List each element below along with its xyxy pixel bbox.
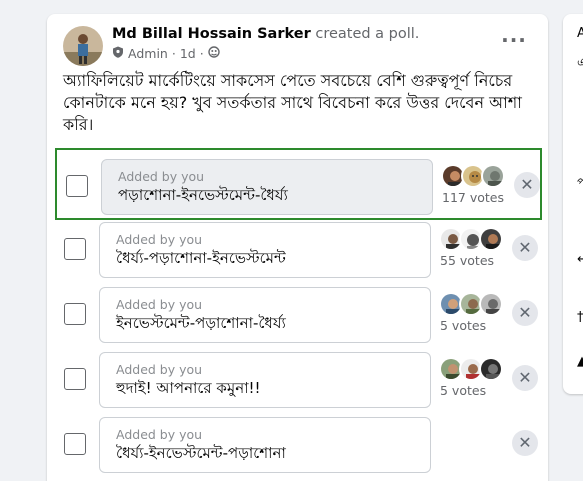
added-by-label: Added by you [118,169,205,184]
voter-avatars[interactable] [439,227,509,251]
admin-badge: Admin [128,46,168,61]
poll-option-label: পড়াশোনা-ইনভেস্টমেন্ট-ধৈর্য্য [118,186,288,204]
voter-avatars[interactable] [439,357,509,381]
post-text: অ্যাফিলিয়েট মার্কেটিংয়ে সাকসেস পেতে সব… [63,71,522,134]
right-glyph: ↵ [577,252,583,267]
right-glyph: এ [577,56,583,71]
remove-option-button[interactable]: ✕ [512,300,538,326]
poll-option-field[interactable]: Added by you ইনভেস্টমেন্ট-পড়াশোনা-ধৈর্য… [99,287,431,343]
vote-count[interactable]: 5 votes [440,318,486,333]
post-meta: Admin · 1d · [112,46,220,61]
poll-option: Added by you পড়াশোনা-ইনভেস্টমেন্ট-ধৈর্য… [55,148,542,220]
remove-option-button[interactable]: ✕ [512,365,538,391]
poll-option-checkbox[interactable] [64,238,86,260]
right-glyph: ▲ [577,354,583,369]
poll-option-field[interactable]: Added by you হুদাই! আপনারে কমুনা!! [99,352,431,408]
poll-option: Added by you ধৈর্য্য-ইনভেস্টমেন্ট-পড়াশো… [55,408,542,480]
voter-avatars[interactable] [439,292,509,316]
voter-avatar [479,227,503,251]
poll-option-field[interactable]: Added by you ধৈর্য্য-পড়াশোনা-ইনভেস্টমেন… [99,222,431,278]
post-timestamp[interactable]: 1d [180,46,196,61]
group-audience-icon [208,46,220,61]
voter-avatar [479,292,503,316]
voter-avatars[interactable] [441,164,511,188]
admin-shield-icon [112,46,124,61]
poll-option: Added by you হুদাই! আপনারে কমুনা!! 5 vot… [55,343,542,415]
added-by-label: Added by you [116,362,203,377]
poll-option: Added by you ধৈর্য্য-পড়াশোনা-ইনভেস্টমেন… [55,213,542,285]
poll-option-label: ইনভেস্টমেন্ট-পড়াশোনা-ধৈর্য্য [116,314,286,332]
meta-separator: · [199,46,204,61]
vote-count[interactable]: 117 votes [442,190,504,205]
meta-separator: · [171,46,176,61]
more-options-button[interactable]: ··· [498,28,530,60]
poll-option-checkbox[interactable] [64,368,86,390]
added-by-label: Added by you [116,297,203,312]
poll-option-label: হুদাই! আপনারে কমুনা!! [116,379,261,397]
right-sidebar-card: A এ প ↵ † ▲ [563,14,583,394]
remove-option-button[interactable]: ✕ [512,235,538,261]
poll-option-field[interactable]: Added by you পড়াশোনা-ইনভেস্টমেন্ট-ধৈর্য… [101,159,433,215]
poll-option-checkbox[interactable] [64,433,86,455]
author-name-link[interactable]: Md Billal Hossain Sarker [112,26,311,42]
remove-option-button[interactable]: ✕ [512,430,538,456]
poll-option-checkbox[interactable] [64,303,86,325]
right-glyph: প [577,176,583,191]
post-action-text: created a poll. [315,26,420,42]
added-by-label: Added by you [116,427,203,442]
poll-option-label: ধৈর্য্য-পড়াশোনা-ইনভেস্টমেন্ট [116,249,286,267]
remove-option-button[interactable]: ✕ [514,172,540,198]
voter-avatar [479,357,503,381]
right-glyph: † [577,310,583,325]
vote-count[interactable]: 55 votes [440,253,494,268]
author-avatar[interactable] [63,26,103,66]
poll-option: Added by you ইনভেস্টমেন্ট-পড়াশোনা-ধৈর্য… [55,278,542,350]
added-by-label: Added by you [116,232,203,247]
post-header: Md Billal Hossain Sarker created a poll. [112,26,419,42]
poll-option-checkbox[interactable] [66,175,88,197]
vote-count[interactable]: 5 votes [440,383,486,398]
poll-option-field[interactable]: Added by you ধৈর্য্য-ইনভেস্টমেন্ট-পড়াশো… [99,417,431,473]
right-glyph: A [577,26,583,41]
voter-avatar [481,164,505,188]
poll-option-label: ধৈর্য্য-ইনভেস্টমেন্ট-পড়াশোনা [116,444,286,462]
